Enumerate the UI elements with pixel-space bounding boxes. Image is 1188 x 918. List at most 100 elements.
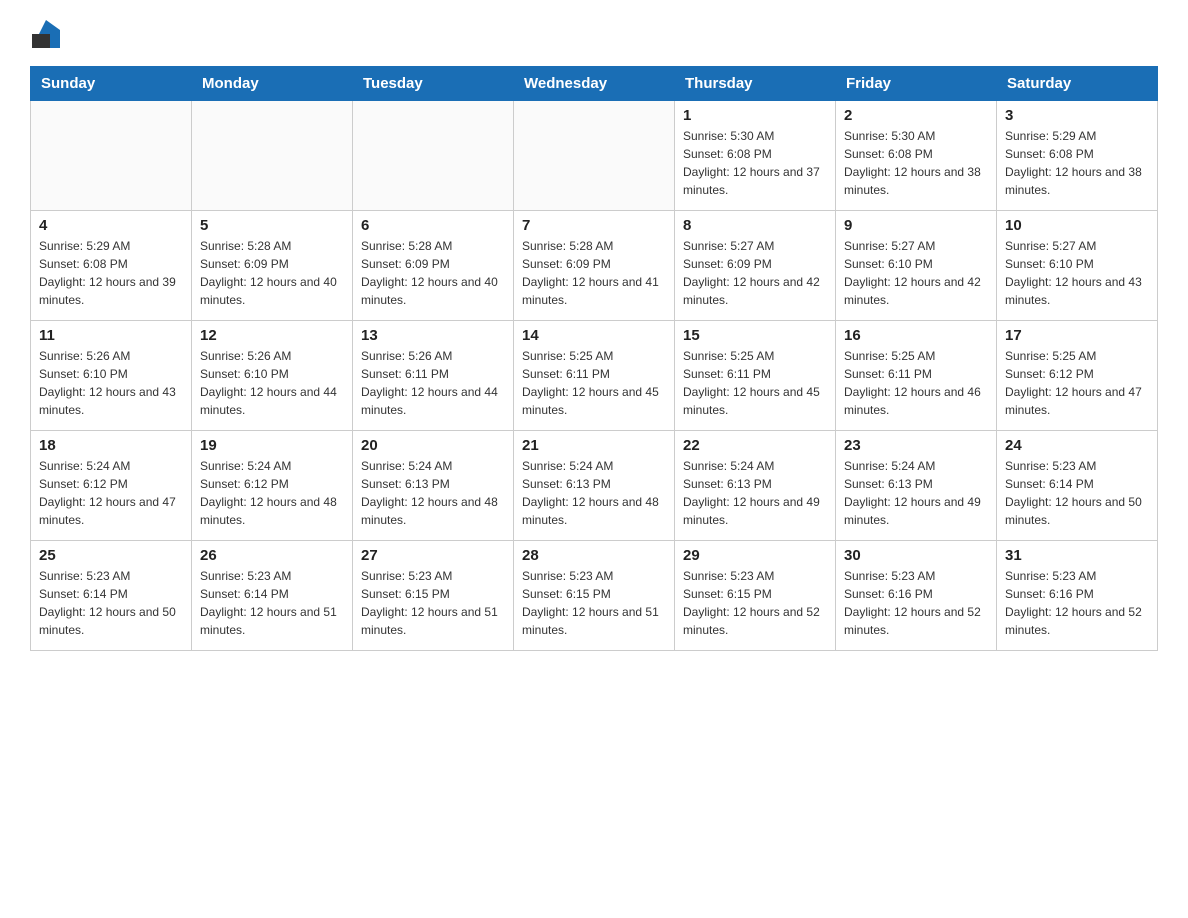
calendar-cell: 25 Sunrise: 5:23 AMSunset: 6:14 PMDayligh… [31,541,192,651]
day-number: 29 [683,547,827,564]
day-info: Sunrise: 5:25 AMSunset: 6:11 PMDaylight:… [683,347,827,419]
weekday-header-wednesday: Wednesday [514,67,675,101]
calendar-header-row: SundayMondayTuesdayWednesdayThursdayFrid… [31,67,1158,101]
calendar-cell: 21 Sunrise: 5:24 AMSunset: 6:13 PMDayligh… [514,431,675,541]
day-number: 11 [39,327,183,344]
calendar-cell: 13 Sunrise: 5:26 AMSunset: 6:11 PMDayligh… [353,321,514,431]
calendar-cell [31,101,192,211]
day-number: 24 [1005,437,1149,454]
day-number: 19 [200,437,344,454]
calendar-cell: 9 Sunrise: 5:27 AMSunset: 6:10 PMDaylight… [836,211,997,321]
calendar-cell: 10 Sunrise: 5:27 AMSunset: 6:10 PMDayligh… [997,211,1158,321]
day-number: 23 [844,437,988,454]
day-number: 22 [683,437,827,454]
calendar-cell: 27 Sunrise: 5:23 AMSunset: 6:15 PMDayligh… [353,541,514,651]
calendar-cell: 5Sunrise: 5:28 AMSunset: 6:09 PMDaylight… [192,211,353,321]
day-info: Sunrise: 5:23 AMSunset: 6:14 PMDaylight:… [1005,457,1149,529]
day-number: 13 [361,327,505,344]
logo-icon [32,20,60,48]
day-info: Sunrise: 5:26 AMSunset: 6:10 PMDaylight:… [39,347,183,419]
day-number: 10 [1005,217,1149,234]
calendar-table: SundayMondayTuesdayWednesdayThursdayFrid… [30,66,1158,651]
day-info: Sunrise: 5:28 AMSunset: 6:09 PMDaylight:… [522,237,666,309]
calendar-cell: 6 Sunrise: 5:28 AMSunset: 6:09 PMDaylight… [353,211,514,321]
day-number: 27 [361,547,505,564]
day-number: 6 [361,217,505,234]
day-number: 20 [361,437,505,454]
day-info: Sunrise: 5:23 AMSunset: 6:16 PMDaylight:… [1005,567,1149,639]
weekday-header-tuesday: Tuesday [353,67,514,101]
day-number: 7 [522,217,666,234]
day-number: 26 [200,547,344,564]
day-number: 21 [522,437,666,454]
day-number: 5 [200,217,344,234]
week-row-3: 11 Sunrise: 5:26 AMSunset: 6:10 PMDayligh… [31,321,1158,431]
day-number: 17 [1005,327,1149,344]
weekday-header-thursday: Thursday [675,67,836,101]
calendar-cell [192,101,353,211]
day-info: Sunrise: 5:29 AMSunset: 6:08 PMDaylight:… [39,237,183,309]
day-number: 4 [39,217,183,234]
calendar-cell: 29 Sunrise: 5:23 AMSunset: 6:15 PMDayligh… [675,541,836,651]
calendar-cell: 23 Sunrise: 5:24 AMSunset: 6:13 PMDayligh… [836,431,997,541]
day-number: 2 [844,107,988,124]
day-info: Sunrise: 5:24 AMSunset: 6:12 PMDaylight:… [200,457,344,529]
day-number: 3 [1005,107,1149,124]
calendar-cell: 20 Sunrise: 5:24 AMSunset: 6:13 PMDayligh… [353,431,514,541]
week-row-4: 18 Sunrise: 5:24 AMSunset: 6:12 PMDayligh… [31,431,1158,541]
day-info: Sunrise: 5:24 AMSunset: 6:13 PMDaylight:… [361,457,505,529]
day-number: 25 [39,547,183,564]
day-info: Sunrise: 5:26 AMSunset: 6:10 PMDaylight:… [200,347,344,419]
calendar-cell: 7 Sunrise: 5:28 AMSunset: 6:09 PMDaylight… [514,211,675,321]
calendar-cell: 17 Sunrise: 5:25 AMSunset: 6:12 PMDayligh… [997,321,1158,431]
week-row-2: 4 Sunrise: 5:29 AMSunset: 6:08 PMDaylight… [31,211,1158,321]
day-info: Sunrise: 5:30 AMSunset: 6:08 PMDaylight:… [844,127,988,199]
day-info: Sunrise: 5:24 AMSunset: 6:13 PMDaylight:… [844,457,988,529]
day-number: 1 [683,107,827,124]
calendar-cell: 24 Sunrise: 5:23 AMSunset: 6:14 PMDayligh… [997,431,1158,541]
day-info: Sunrise: 5:26 AMSunset: 6:11 PMDaylight:… [361,347,505,419]
calendar-cell: 18 Sunrise: 5:24 AMSunset: 6:12 PMDayligh… [31,431,192,541]
day-info: Sunrise: 5:23 AMSunset: 6:16 PMDaylight:… [844,567,988,639]
day-info: Sunrise: 5:25 AMSunset: 6:11 PMDaylight:… [844,347,988,419]
day-info: Sunrise: 5:27 AMSunset: 6:10 PMDaylight:… [1005,237,1149,309]
calendar-cell: 4 Sunrise: 5:29 AMSunset: 6:08 PMDaylight… [31,211,192,321]
calendar-cell: 1 Sunrise: 5:30 AMSunset: 6:08 PMDaylight… [675,101,836,211]
calendar-cell [353,101,514,211]
day-number: 15 [683,327,827,344]
day-number: 28 [522,547,666,564]
calendar-cell: 22Sunrise: 5:24 AMSunset: 6:13 PMDayligh… [675,431,836,541]
weekday-header-saturday: Saturday [997,67,1158,101]
calendar-cell [514,101,675,211]
logo [30,20,62,48]
day-info: Sunrise: 5:28 AMSunset: 6:09 PMDaylight:… [361,237,505,309]
day-info: Sunrise: 5:23 AMSunset: 6:15 PMDaylight:… [683,567,827,639]
day-number: 12 [200,327,344,344]
day-number: 30 [844,547,988,564]
calendar-cell: 26 Sunrise: 5:23 AMSunset: 6:14 PMDayligh… [192,541,353,651]
day-info: Sunrise: 5:25 AMSunset: 6:11 PMDaylight:… [522,347,666,419]
day-info: Sunrise: 5:23 AMSunset: 6:14 PMDaylight:… [39,567,183,639]
day-number: 31 [1005,547,1149,564]
day-info: Sunrise: 5:27 AMSunset: 6:10 PMDaylight:… [844,237,988,309]
day-info: Sunrise: 5:24 AMSunset: 6:13 PMDaylight:… [522,457,666,529]
day-info: Sunrise: 5:24 AMSunset: 6:12 PMDaylight:… [39,457,183,529]
page-header [30,20,1158,48]
calendar-cell: 11 Sunrise: 5:26 AMSunset: 6:10 PMDayligh… [31,321,192,431]
calendar-cell: 3Sunrise: 5:29 AMSunset: 6:08 PMDaylight… [997,101,1158,211]
weekday-header-monday: Monday [192,67,353,101]
day-number: 8 [683,217,827,234]
day-info: Sunrise: 5:23 AMSunset: 6:14 PMDaylight:… [200,567,344,639]
calendar-cell: 30 Sunrise: 5:23 AMSunset: 6:16 PMDayligh… [836,541,997,651]
day-number: 18 [39,437,183,454]
calendar-cell: 2 Sunrise: 5:30 AMSunset: 6:08 PMDaylight… [836,101,997,211]
week-row-1: 1 Sunrise: 5:30 AMSunset: 6:08 PMDaylight… [31,101,1158,211]
calendar-cell: 8 Sunrise: 5:27 AMSunset: 6:09 PMDaylight… [675,211,836,321]
day-info: Sunrise: 5:25 AMSunset: 6:12 PMDaylight:… [1005,347,1149,419]
calendar-cell: 19 Sunrise: 5:24 AMSunset: 6:12 PMDayligh… [192,431,353,541]
day-info: Sunrise: 5:27 AMSunset: 6:09 PMDaylight:… [683,237,827,309]
week-row-5: 25 Sunrise: 5:23 AMSunset: 6:14 PMDayligh… [31,541,1158,651]
day-number: 9 [844,217,988,234]
day-info: Sunrise: 5:23 AMSunset: 6:15 PMDaylight:… [361,567,505,639]
day-info: Sunrise: 5:30 AMSunset: 6:08 PMDaylight:… [683,127,827,199]
